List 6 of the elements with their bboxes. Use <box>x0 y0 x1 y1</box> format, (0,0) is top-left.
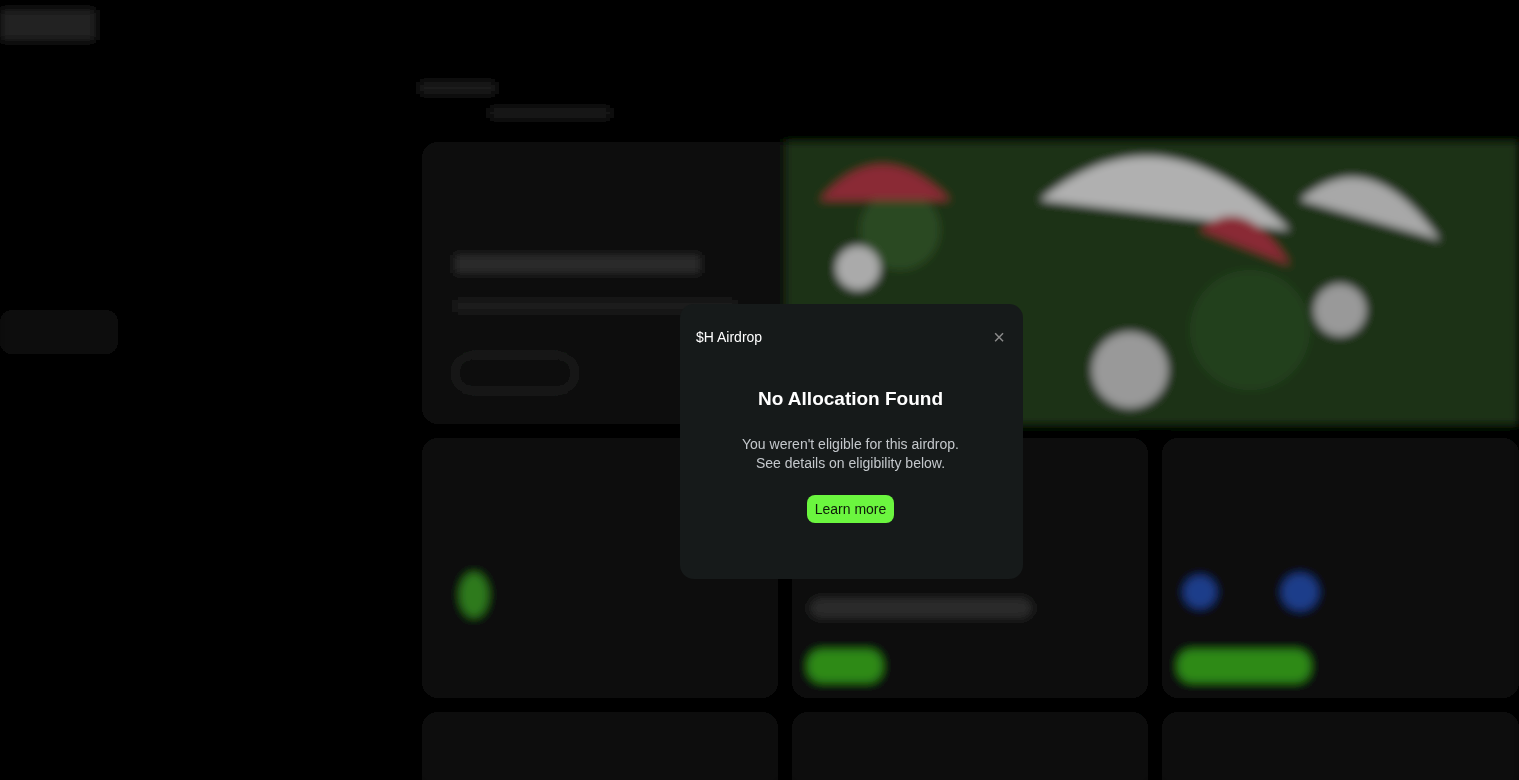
learn-more-button[interactable]: Learn more <box>806 495 895 523</box>
message-text: See details on eligibility below. <box>755 455 946 471</box>
close-button[interactable]: × <box>993 328 1005 346</box>
dialog-heading: No Allocation Found <box>757 388 943 410</box>
message-text: You weren't eligible for this airdrop. <box>742 436 959 452</box>
dialog-title: $H Airdrop <box>696 329 763 345</box>
